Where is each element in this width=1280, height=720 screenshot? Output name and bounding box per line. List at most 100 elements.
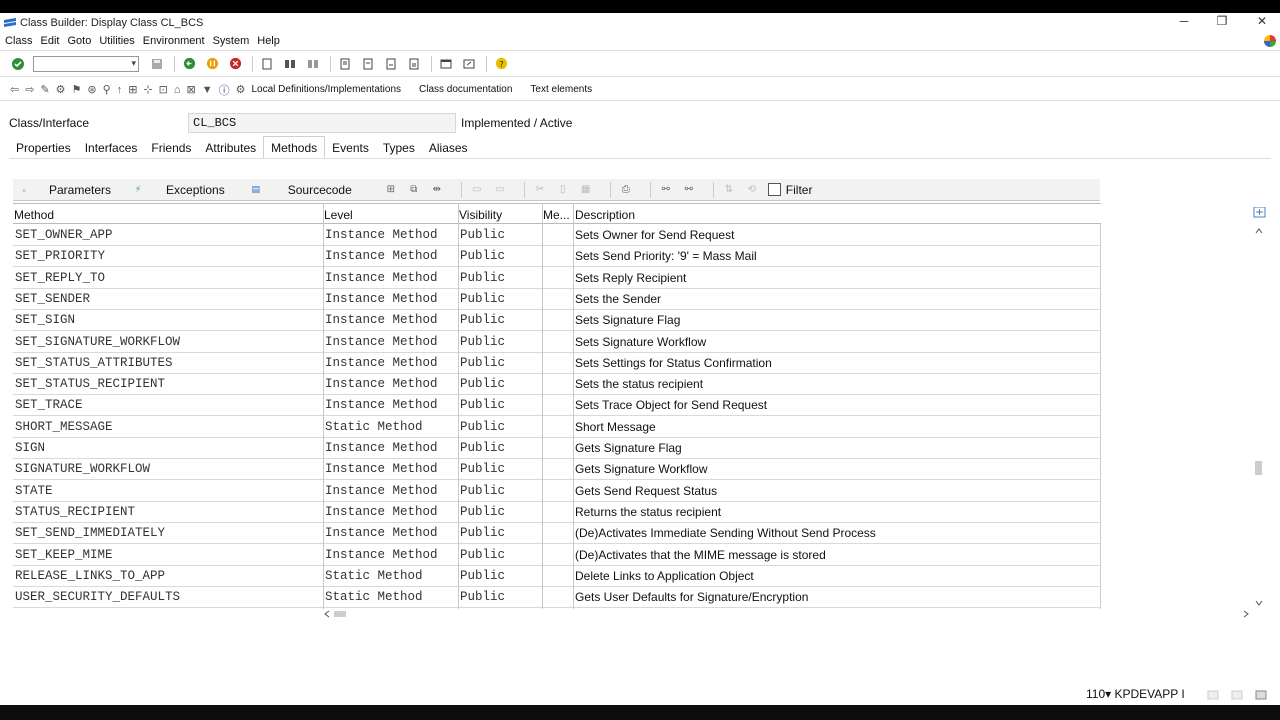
text-elements-button[interactable]: Text elements: [530, 84, 592, 95]
forward-arrow-icon[interactable]: ⇨: [25, 83, 34, 96]
level-cell[interactable]: Instance Method: [325, 441, 438, 455]
table-row[interactable]: USER_SECURITY_DEFAULTS Static Method Publi…: [13, 587, 1101, 609]
method-name-cell[interactable]: RELEASE_LINKS_TO_APP: [15, 569, 165, 583]
visibility-cell[interactable]: Public: [460, 228, 505, 242]
level-cell[interactable]: Instance Method: [325, 249, 438, 263]
description-cell[interactable]: Sets Settings for Status Confirmation: [575, 356, 772, 370]
menu-system[interactable]: System: [213, 35, 250, 47]
filter-checkbox[interactable]: [767, 183, 781, 196]
where-used-icon[interactable]: ⚲: [103, 83, 111, 96]
back-arrow-icon[interactable]: ⇦: [10, 83, 19, 96]
description-cell[interactable]: Gets User Defaults for Signature/Encrypt…: [575, 590, 808, 604]
method-name-cell[interactable]: SET_OWNER_APP: [15, 228, 113, 242]
visibility-cell[interactable]: Public: [460, 526, 505, 540]
status-icons[interactable]: [1206, 688, 1276, 702]
table-row[interactable]: RELEASE_LINKS_TO_APP Static Method Public D…: [13, 566, 1101, 587]
level-cell[interactable]: Instance Method: [325, 292, 438, 306]
column-level[interactable]: Level: [324, 208, 353, 222]
local-definitions-icon[interactable]: ⚙: [236, 83, 246, 96]
visibility-cell[interactable]: Public: [460, 420, 505, 434]
info-icon[interactable]: ⓘ: [219, 82, 230, 98]
table-row[interactable]: SET_SEND_IMMEDIATELY Instance Method Publi…: [13, 523, 1101, 545]
last-page-icon[interactable]: [406, 56, 422, 72]
table-row[interactable]: SET_TRACE Instance Method Public Sets Trace…: [13, 395, 1101, 417]
level-cell[interactable]: Instance Method: [325, 505, 438, 519]
new-session-icon[interactable]: [438, 56, 454, 72]
tab-friends[interactable]: Friends: [144, 137, 198, 159]
visibility-cell[interactable]: Public: [460, 271, 505, 285]
cancel-icon[interactable]: [227, 56, 243, 72]
method-name-cell[interactable]: SET_STATUS_ATTRIBUTES: [15, 356, 173, 370]
menu-environment[interactable]: Environment: [143, 35, 205, 47]
column-method[interactable]: Method: [14, 208, 54, 222]
activate-icon[interactable]: ⚑: [72, 83, 82, 96]
description-cell[interactable]: (De)Activates that the MIME message is s…: [575, 548, 826, 562]
menu-edit[interactable]: Edit: [41, 35, 60, 47]
method-name-cell[interactable]: SET_PRIORITY: [15, 249, 105, 263]
method-name-cell[interactable]: SET_SIGNATURE_WORKFLOW: [15, 335, 180, 349]
visibility-cell[interactable]: Public: [460, 292, 505, 306]
level-cell[interactable]: Instance Method: [325, 335, 438, 349]
description-cell[interactable]: Short Message: [575, 420, 656, 434]
tab-properties[interactable]: Properties: [9, 137, 78, 159]
menu-goto[interactable]: Goto: [67, 35, 91, 47]
level-cell[interactable]: Instance Method: [325, 548, 438, 562]
description-cell[interactable]: Gets Signature Flag: [575, 441, 682, 455]
level-cell[interactable]: Instance Method: [325, 462, 438, 476]
chevron-down-icon[interactable]: ▾: [131, 58, 136, 69]
column-modeled[interactable]: Me...: [543, 208, 570, 222]
method-name-cell[interactable]: SET_REPLY_TO: [15, 271, 105, 285]
table-row[interactable]: SET_OWNER_APP Instance Method Public Sets O…: [13, 225, 1101, 246]
description-cell[interactable]: Sets the status recipient: [575, 377, 703, 391]
table-row[interactable]: SET_SIGNATURE_WORKFLOW Instance Method Pub…: [13, 332, 1101, 353]
test-icon[interactable]: ⊛: [87, 83, 96, 96]
level-cell[interactable]: Instance Method: [325, 271, 438, 285]
method-name-cell[interactable]: SIGN: [15, 441, 45, 455]
command-field[interactable]: ▾: [33, 55, 139, 72]
class-interface-field[interactable]: CL_BCS: [188, 113, 456, 133]
visibility-cell[interactable]: Public: [460, 462, 505, 476]
display-change-icon[interactable]: ✎: [40, 83, 49, 96]
table-row[interactable]: SET_KEEP_MIME Instance Method Public (De)Ac…: [13, 545, 1101, 566]
level-cell[interactable]: Static Method: [325, 590, 423, 604]
level-cell[interactable]: Instance Method: [325, 313, 438, 327]
find-icon[interactable]: [282, 56, 298, 72]
check-icon[interactable]: ⚙: [56, 83, 66, 96]
table-row[interactable]: STATE Instance Method Public Gets Send Requ…: [13, 481, 1101, 502]
column-description[interactable]: Description: [575, 208, 635, 222]
parameters-button[interactable]: ▫ Parameters: [19, 183, 111, 197]
shortcut-icon[interactable]: [461, 56, 477, 72]
method-name-cell[interactable]: SET_SEND_IMMEDIATELY: [15, 526, 165, 540]
visibility-cell[interactable]: Public: [460, 441, 505, 455]
tab-types[interactable]: Types: [376, 137, 422, 159]
visibility-cell[interactable]: Public: [460, 398, 505, 412]
exceptions-button[interactable]: ⚡ Exceptions: [133, 183, 225, 197]
level-cell[interactable]: Static Method: [325, 420, 423, 434]
method-name-cell[interactable]: USER_SECURITY_DEFAULTS: [15, 590, 180, 604]
level-cell[interactable]: Instance Method: [325, 398, 438, 412]
description-cell[interactable]: Sets Signature Workflow: [575, 335, 706, 349]
next-page-icon[interactable]: [383, 56, 399, 72]
save-icon[interactable]: [149, 56, 165, 72]
method-name-cell[interactable]: SET_KEEP_MIME: [15, 548, 113, 562]
visibility-cell[interactable]: Public: [460, 484, 505, 498]
method-name-cell[interactable]: SIGNATURE_WORKFLOW: [15, 462, 150, 476]
method-name-cell[interactable]: SHORT_MESSAGE: [15, 420, 113, 434]
visibility-cell[interactable]: Public: [460, 505, 505, 519]
description-cell[interactable]: Returns the status recipient: [575, 505, 721, 519]
level-cell[interactable]: Instance Method: [325, 484, 438, 498]
table-row[interactable]: SIGN Instance Method Public Gets Signature …: [13, 438, 1101, 459]
find-list-icon[interactable]: ⚯: [659, 183, 673, 197]
description-cell[interactable]: Gets Send Request Status: [575, 484, 717, 498]
superclass-icon[interactable]: ⊠: [187, 83, 196, 96]
table-row[interactable]: SET_STATUS_RECIPIENT Instance Method Publi…: [13, 374, 1101, 396]
description-cell[interactable]: Sets the Sender: [575, 292, 661, 306]
table-row[interactable]: SET_STATUS_ATTRIBUTES Instance Method Publ…: [13, 353, 1101, 374]
previous-page-icon[interactable]: [360, 56, 376, 72]
method-name-cell[interactable]: SET_STATUS_RECIPIENT: [15, 377, 165, 391]
tab-methods[interactable]: Methods: [263, 136, 326, 159]
description-cell[interactable]: Sets Trace Object for Send Request: [575, 398, 767, 412]
find-next-list-icon[interactable]: ⚯: [682, 183, 696, 197]
local-definitions-button[interactable]: Local Definitions/Implementations: [251, 84, 401, 95]
minimize-icon[interactable]: ─: [1172, 14, 1196, 28]
